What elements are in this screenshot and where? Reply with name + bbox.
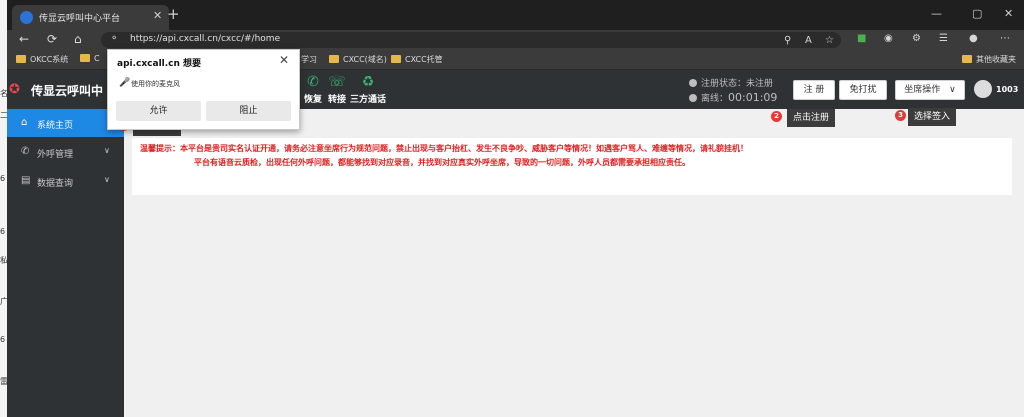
lock-icon[interactable]: ⚬ [110, 33, 118, 44]
extensions-puzzle-icon[interactable]: ⚙ [912, 33, 921, 44]
offline-timer: 离线：00:01:09 [689, 91, 777, 104]
maximize-button[interactable]: ▢ [972, 7, 982, 20]
microphone-permission-dialog: api.cxcall.cn 想要 ✕ 🎤 使用你的麦克风 允许 阻止 [107, 49, 300, 130]
sidebar-item-data-query[interactable]: ▤ 数据查询 ∨ [7, 167, 124, 195]
bookmark-label: 其他收藏夹 [976, 55, 1016, 64]
seat-operations-label: 坐席操作 [904, 85, 941, 95]
sidebar-item-label: 数据查询 [37, 179, 74, 189]
browser-tab[interactable]: 传显云呼叫中心平台 ✕ [12, 5, 169, 30]
folder-icon [962, 55, 972, 63]
register-status: 注册状态：未注册 [689, 76, 773, 89]
sidebar-item-label: 外呼管理 [37, 150, 74, 160]
close-icon[interactable]: ✕ [279, 53, 289, 67]
microphone-icon: 🎤 [119, 78, 131, 88]
key-icon[interactable]: ⚲ [784, 35, 791, 46]
conference-icon: ♻ [361, 74, 375, 90]
sidebar-item-outbound[interactable]: ✆ 外呼管理 ∨ [7, 138, 124, 166]
bookmark-label: OKCC系统 [30, 55, 69, 64]
bookmark-okcc[interactable]: OKCC系统 [16, 54, 68, 65]
offline-label: 离线： [701, 94, 729, 104]
do-not-disturb-button[interactable]: 免打扰 [839, 80, 887, 100]
url-field[interactable]: ⚬ https://api.cxcall.cn/cxcc/#/home ⚲ A … [101, 32, 841, 48]
register-status-value: 未注册 [746, 79, 774, 89]
folder-icon [391, 55, 401, 63]
favorite-star-icon[interactable]: ☆ [825, 35, 834, 46]
back-button[interactable]: ← [19, 32, 29, 46]
sidebar: ⌂ 系统主页 ✆ 外呼管理 ∨ ▤ 数据查询 ∨ [7, 109, 124, 417]
bookmark-other[interactable]: 其他收藏夹 [962, 54, 1016, 65]
folder-icon [16, 55, 26, 63]
avatar[interactable] [974, 80, 992, 98]
background-window-edge: 名 二 6 6 私 广 6 雷 [0, 0, 8, 417]
bookmark-cxcc-domain[interactable]: CXCC(域名) [329, 54, 387, 65]
profile-avatar-icon[interactable]: ● [969, 33, 978, 44]
notice-line-1: 温馨提示：本平台是贵司实名认证开通，请务必注意坐席行为规范问题，禁止出现与客户抬… [140, 144, 748, 153]
minimize-button[interactable]: — [931, 7, 942, 20]
read-aloud-icon[interactable]: A [805, 35, 812, 46]
seat-operations-dropdown[interactable]: 坐席操作 ∨ [895, 80, 965, 100]
chevron-down-icon: ∨ [104, 175, 110, 184]
step-marker-3: 3 [895, 110, 906, 121]
url-text: https://api.cxcall.cn/cxcc/#/home [130, 34, 281, 44]
more-menu-icon[interactable]: ⋯ [1000, 33, 1010, 44]
bookmark-label: C [94, 54, 100, 63]
status-dot-icon [689, 79, 697, 87]
chevron-down-icon: ∨ [104, 146, 110, 155]
tab-bar: 传显云呼叫中心平台 ✕ + — ▢ ✕ [7, 0, 1024, 30]
background-text: 6 [0, 227, 6, 236]
dialog-title: api.cxcall.cn 想要 [117, 59, 202, 69]
bookmark-cxcc-hosting[interactable]: CXCC托管 [391, 54, 443, 65]
bookmark-label: CXCC托管 [405, 55, 443, 64]
background-text: 6 [0, 174, 6, 183]
allow-button[interactable]: 允许 [116, 101, 201, 121]
conference-label: 三方通话 [349, 95, 386, 105]
tab-title: 传显云呼叫中心平台 [39, 14, 121, 24]
conference-button[interactable]: ♻ 三方通话 [345, 74, 391, 105]
home-button[interactable]: ⌂ [74, 32, 82, 46]
phone-icon: ✆ [21, 146, 30, 157]
dialog-description: 使用你的麦克风 [131, 80, 180, 88]
status-dot-icon [689, 94, 697, 102]
browser-window: 传显云呼叫中心平台 ✕ + — ▢ ✕ ← ⟳ ⌂ ⚬ https://api.… [7, 0, 1024, 417]
close-window-button[interactable]: ✕ [1004, 7, 1013, 20]
step-tip-2: 点击注册 [787, 109, 836, 127]
refresh-button[interactable]: ⟳ [47, 32, 57, 46]
bookmark-c[interactable]: C [80, 54, 100, 63]
warning-notice: 温馨提示：本平台是贵司实名认证开通，请务必注意坐席行为规范问题，禁止出现与客户抬… [132, 138, 1012, 195]
new-tab-button[interactable]: + [167, 5, 180, 23]
extension-mask-icon[interactable]: ◉ [884, 33, 893, 44]
tab-close-icon[interactable]: ✕ [153, 9, 162, 22]
register-button[interactable]: 注 册 [793, 80, 835, 100]
offline-timer-value: 00:01:09 [728, 91, 778, 104]
block-button[interactable]: 阻止 [206, 101, 291, 121]
folder-icon [80, 54, 90, 62]
sidebar-item-label: 系统主页 [37, 121, 74, 131]
data-icon: ▤ [21, 175, 31, 186]
screen: 名 二 6 6 私 广 6 雷 传显云呼叫中心平台 ✕ + — ▢ ✕ ← ⟳ … [0, 0, 1024, 417]
collections-icon[interactable]: ☰ [939, 33, 948, 44]
chevron-down-icon: ∨ [949, 85, 956, 95]
site-favicon-icon [20, 11, 33, 24]
bookmark-label: CXCC(域名) [343, 55, 387, 64]
main-content: 温馨提示：本平台是贵司实名认证开通，请务必注意坐席行为规范问题，禁止出现与客户抬… [124, 109, 1024, 417]
logo-icon: ✪ [9, 82, 20, 97]
bookmark-label: 学习 [301, 55, 317, 64]
app-logo-text: 传显云呼叫中 [31, 84, 104, 98]
home-icon: ⌂ [21, 117, 28, 128]
register-status-label: 注册状态： [701, 79, 747, 89]
agent-id: 1003 [996, 85, 1019, 94]
address-bar-row: ← ⟳ ⌂ ⚬ https://api.cxcall.cn/cxcc/#/hom… [7, 30, 1024, 50]
extension-icon[interactable]: ■ [857, 33, 866, 44]
folder-icon [329, 55, 339, 63]
step-tip-3: 选择签入 [908, 108, 957, 126]
step-marker-2: 2 [771, 111, 782, 122]
background-text: 6 [0, 335, 6, 344]
notice-line-2: 平台有语音云质检，出现任何外呼问题，都能够找到对应录音，并找到对应真实外呼坐席，… [194, 158, 690, 167]
